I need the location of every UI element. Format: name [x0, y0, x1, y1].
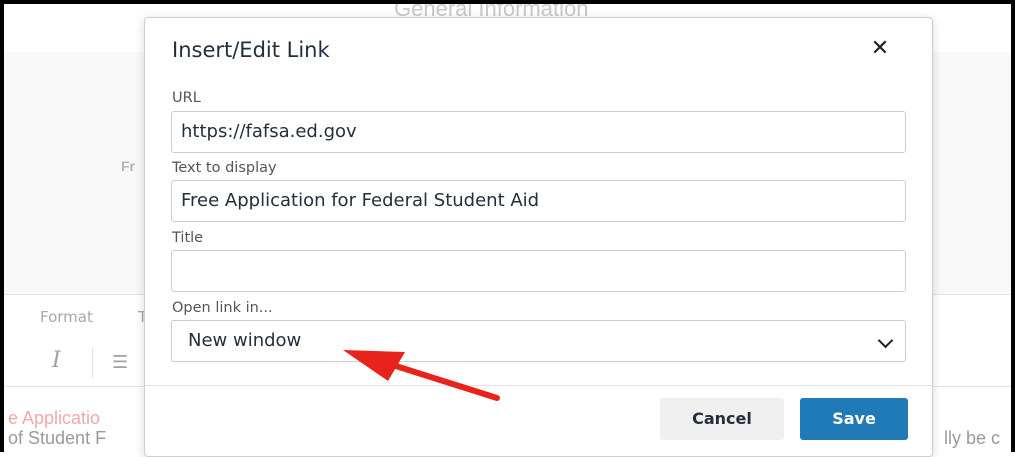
save-button[interactable]: Save	[800, 398, 908, 440]
toolbar-divider	[92, 348, 93, 378]
close-icon[interactable]: ✕	[865, 34, 895, 64]
open-link-in-value: New window	[188, 330, 302, 351]
editor-text-line: e Applicatio	[8, 408, 101, 428]
italic-icon[interactable]: I	[52, 348, 61, 373]
editor-text-line: of Student F	[8, 428, 107, 448]
title-label: Title	[172, 230, 204, 246]
chevron-down-icon	[877, 332, 894, 349]
background-label: Fr	[121, 158, 135, 174]
open-link-in-label: Open link in...	[172, 300, 273, 316]
cancel-button[interactable]: Cancel	[660, 398, 784, 440]
open-link-in-select[interactable]: New window	[171, 320, 906, 362]
insert-link-dialog: Insert/Edit Link ✕ URL https://fafsa.ed.…	[144, 17, 933, 457]
text-to-display-label: Text to display	[172, 160, 277, 176]
dialog-footer-divider	[145, 385, 932, 386]
editor-text-line: lly be c	[944, 428, 1001, 448]
list-icon[interactable]: ☰	[112, 352, 128, 373]
url-input[interactable]: https://fafsa.ed.gov	[171, 111, 906, 153]
url-label: URL	[172, 90, 201, 106]
text-to-display-input[interactable]: Free Application for Federal Student Aid	[171, 180, 906, 222]
dialog-title: Insert/Edit Link	[172, 38, 330, 62]
title-input[interactable]	[171, 250, 906, 292]
menu-format[interactable]: Format	[40, 308, 93, 326]
